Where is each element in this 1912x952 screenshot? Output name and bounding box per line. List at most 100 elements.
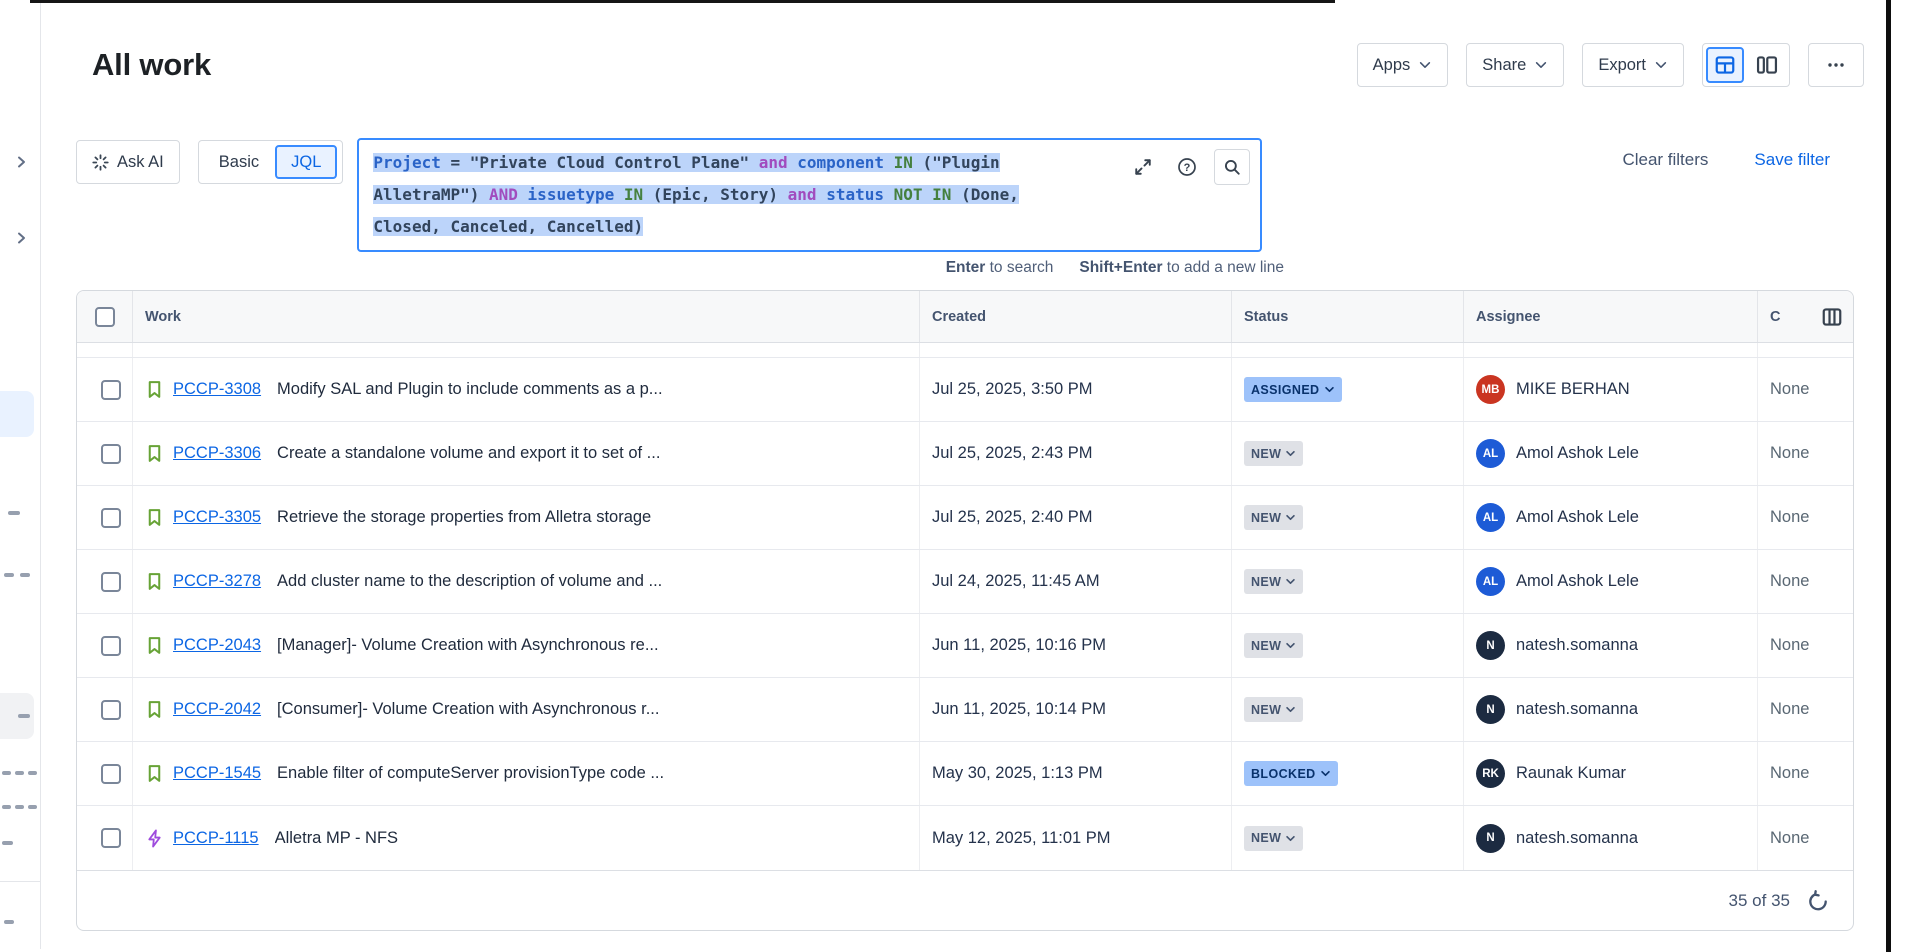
table-view-icon [1714, 54, 1736, 76]
window-right-edge [1886, 0, 1891, 952]
issue-title: Retrieve the storage properties from All… [277, 508, 651, 527]
row-checkbox[interactable] [101, 380, 121, 400]
search-hint: Enter to searchShift+Enter to add a new … [76, 259, 1284, 277]
sparkle-icon [92, 154, 109, 171]
sidebar-bottom-section [0, 881, 41, 949]
search-icon [1223, 158, 1241, 176]
apps-button[interactable]: Apps [1357, 43, 1449, 87]
assignee-name: Amol Ashok Lele [1516, 508, 1639, 527]
column-header-work[interactable]: Work [133, 291, 920, 342]
refresh-button[interactable] [1805, 888, 1831, 914]
select-all-checkbox[interactable] [95, 307, 115, 327]
table-view-button[interactable] [1706, 47, 1744, 83]
status-badge[interactable]: ASSIGNED [1244, 377, 1342, 402]
status-cell: ASSIGNED [1232, 358, 1464, 421]
issue-key-link[interactable]: PCCP-1545 [173, 764, 261, 783]
created-cell: Jul 25, 2025, 2:40 PM [920, 486, 1232, 549]
row-checkbox[interactable] [101, 508, 121, 528]
extra-cell: None [1758, 742, 1853, 805]
ask-ai-button[interactable]: Ask AI [76, 140, 180, 184]
configure-columns-button[interactable] [1821, 306, 1843, 328]
jql-query-input[interactable]: Project = "Private Cloud Control Plane" … [357, 138, 1262, 252]
work-cell: PCCP-3306 Create a standalone volume and … [133, 422, 920, 485]
run-search-button[interactable] [1214, 149, 1250, 185]
extra-cell: None [1758, 550, 1853, 613]
table-row: PCCP-3305 Retrieve the storage properties… [77, 486, 1853, 550]
svg-text:?: ? [1184, 162, 1191, 174]
status-badge[interactable]: BLOCKED [1244, 761, 1338, 786]
story-icon [145, 572, 164, 591]
status-badge[interactable]: NEW [1244, 697, 1303, 722]
header-actions: Apps Share Export [1357, 43, 1864, 87]
row-checkbox[interactable] [101, 828, 121, 848]
chevron-down-icon [1285, 704, 1296, 715]
status-cell: NEW [1232, 806, 1464, 870]
jql-mode-button[interactable]: JQL [275, 145, 337, 179]
avatar: RK [1476, 759, 1505, 788]
issue-key-link[interactable]: PCCP-1115 [173, 829, 259, 848]
work-cell: PCCP-3308 Modify SAL and Plugin to includ… [133, 358, 920, 421]
status-badge[interactable]: NEW [1244, 633, 1303, 658]
table-row: PCCP-2043[Manager]- Volume Creation with… [77, 614, 1853, 678]
column-header-created[interactable]: Created [920, 291, 1232, 342]
sidebar-selected-item[interactable] [0, 391, 34, 437]
column-header-assignee[interactable]: Assignee [1464, 291, 1758, 342]
issue-title: Modify SAL and Plugin to include comment… [277, 380, 663, 399]
chevron-down-icon [1285, 833, 1296, 844]
issue-key-link[interactable]: PCCP-3306 [173, 444, 261, 463]
assignee-name: MIKE BERHAN [1516, 380, 1630, 399]
syntax-help-button[interactable]: ? [1170, 150, 1204, 184]
expand-editor-button[interactable] [1126, 150, 1160, 184]
issue-key-link[interactable]: PCCP-2043 [173, 636, 261, 655]
issue-title: Create a standalone volume and export it… [277, 444, 660, 463]
result-count: 35 of 35 [1729, 891, 1790, 911]
row-checkbox[interactable] [101, 444, 121, 464]
save-filter-button[interactable]: Save filter [1754, 150, 1830, 170]
row-checkbox[interactable] [101, 764, 121, 784]
avatar: AL [1476, 503, 1505, 532]
issue-title: Alletra MP - NFS [275, 829, 398, 848]
more-options-icon [1826, 55, 1846, 75]
column-header-last: C [1758, 291, 1853, 342]
share-button[interactable]: Share [1466, 43, 1564, 87]
assignee-name: Amol Ashok Lele [1516, 572, 1639, 591]
status-cell: NEW [1232, 614, 1464, 677]
story-icon [145, 444, 164, 463]
assignee-cell: ALAmol Ashok Lele [1464, 422, 1758, 485]
issue-key-link[interactable]: PCCP-2042 [173, 700, 261, 719]
table-row: PCCP-3308 Modify SAL and Plugin to includ… [77, 358, 1853, 422]
assignee-cell: RKRaunak Kumar [1464, 742, 1758, 805]
detail-view-button[interactable] [1748, 47, 1786, 83]
avatar: N [1476, 695, 1505, 724]
assignee-name: natesh.somanna [1516, 700, 1638, 719]
assignee-cell: ALAmol Ashok Lele [1464, 550, 1758, 613]
work-cell: PCCP-3305 Retrieve the storage properties… [133, 486, 920, 549]
work-cell: PCCP-3278Add cluster name to the descrip… [133, 550, 920, 613]
extra-cell: None [1758, 422, 1853, 485]
row-checkbox[interactable] [101, 700, 121, 720]
row-checkbox[interactable] [101, 572, 121, 592]
table-row: PCCP-3306 Create a standalone volume and … [77, 422, 1853, 486]
status-badge[interactable]: NEW [1244, 569, 1303, 594]
more-options-button[interactable] [1808, 43, 1864, 87]
issue-key-link[interactable]: PCCP-3305 [173, 508, 261, 527]
status-badge[interactable]: NEW [1244, 441, 1303, 466]
expand-icon [1134, 158, 1152, 176]
issue-key-link[interactable]: PCCP-3308 [173, 380, 261, 399]
table-body: PCCP-3308 Modify SAL and Plugin to includ… [77, 358, 1853, 870]
table-row: PCCP-1545Enable filter of computeServer … [77, 742, 1853, 806]
status-badge[interactable]: NEW [1244, 826, 1303, 851]
issue-key-link[interactable]: PCCP-3278 [173, 572, 261, 591]
extra-cell: None [1758, 806, 1853, 870]
status-badge[interactable]: NEW [1244, 505, 1303, 530]
jql-query-text: Project = "Private Cloud Control Plane" … [373, 147, 1246, 243]
app-screen: { "page": { "title": "All work" }, "head… [0, 0, 1912, 952]
refresh-icon [1807, 890, 1829, 912]
row-checkbox[interactable] [101, 636, 121, 656]
column-header-status[interactable]: Status [1232, 291, 1464, 342]
export-button[interactable]: Export [1582, 43, 1684, 87]
basic-mode-button[interactable]: Basic [203, 141, 275, 183]
work-cell: PCCP-2042[Consumer]- Volume Creation wit… [133, 678, 920, 741]
page-title: All work [92, 47, 211, 83]
clear-filters-button[interactable]: Clear filters [1622, 150, 1708, 170]
